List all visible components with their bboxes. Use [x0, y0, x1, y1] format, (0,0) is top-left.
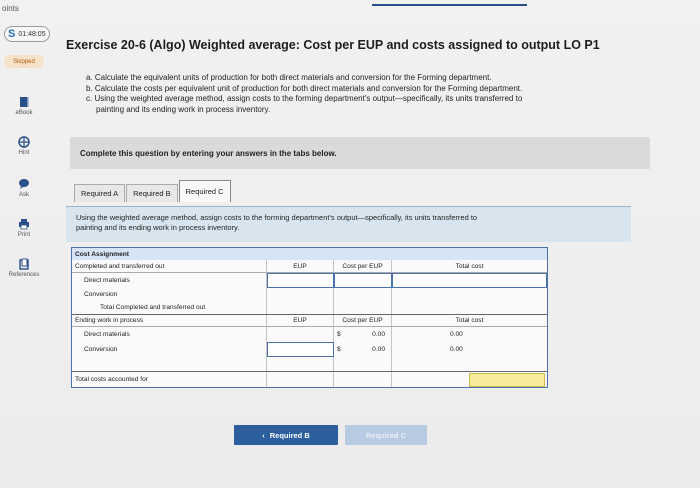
print-label: Print	[17, 232, 31, 238]
skipped-badge: Skipped	[4, 55, 44, 68]
direct-materials-label: Direct materials	[72, 273, 267, 288]
book-icon	[20, 97, 29, 107]
total-accounted-input[interactable]	[469, 372, 545, 387]
ending-dm-cost-value: 0.00	[372, 331, 385, 338]
prev-button-label: Required B	[269, 430, 310, 440]
instruction-text: Complete this question by entering your …	[80, 148, 337, 158]
completed-dm-cost-input[interactable]	[334, 273, 392, 288]
table-row: Direct materials $ 0.00 0.00	[72, 327, 547, 342]
printer-icon	[19, 219, 29, 230]
ending-wip-label: Ending work in process	[72, 315, 267, 326]
ebook-label: eBook	[15, 110, 33, 116]
tab-required-c[interactable]: Required C	[178, 180, 231, 202]
prev-button[interactable]: ‹ Required B	[234, 425, 338, 445]
completed-conv-cost-cell[interactable]	[334, 288, 392, 301]
col-total-cost: Total cost	[455, 262, 484, 270]
chevron-left-icon: ‹	[262, 430, 265, 440]
points-label: oints	[2, 4, 19, 13]
total-accounted-row: Total costs accounted for	[72, 371, 547, 387]
next-button[interactable]: Required C	[345, 425, 427, 445]
total-accounted-label: Total costs accounted for	[72, 372, 267, 387]
col-total-cost-2: Total cost	[455, 317, 484, 324]
instruction-banner: Complete this question by entering your …	[70, 137, 650, 169]
task-a: a. Calculate the equivalent units of pro…	[86, 73, 492, 82]
empty-cell	[334, 301, 392, 314]
references-icon	[19, 258, 29, 270]
col-eup: EUP	[267, 260, 334, 272]
dollar-sign: $	[337, 346, 341, 353]
ebook-button[interactable]: eBook	[6, 96, 42, 116]
completed-conv-total-cell[interactable]	[392, 288, 547, 301]
completed-header-row: Completed and transferred out EUP Cost p…	[72, 260, 547, 273]
references-label: References	[8, 272, 40, 278]
timer-value: 01:48:05	[18, 30, 46, 38]
hint-label: Hint	[18, 150, 30, 156]
task-c: c. Using the weighted average method, as…	[86, 94, 523, 103]
print-button[interactable]: Print	[6, 218, 42, 238]
empty-cell	[267, 372, 334, 387]
tab-bar: Required A Required B Required C	[74, 180, 232, 202]
empty-cell	[334, 357, 392, 371]
empty-cell	[267, 301, 334, 314]
col-cost-per-eup-2: Cost per EUP	[334, 315, 392, 326]
ending-conv-label: Conversion	[72, 342, 267, 357]
conversion-label: Conversion	[72, 288, 267, 301]
table-header-row: Cost Assignment	[72, 248, 547, 260]
next-button-label: Required C	[365, 430, 406, 440]
hint-button[interactable]: Hint	[6, 136, 42, 156]
left-rail: oints S 01:48:05 Skipped eBook Hint Ask	[0, 0, 52, 488]
stage: oints S 01:48:05 Skipped eBook Hint Ask	[0, 0, 700, 488]
table-row: Total Completed and transferred out	[72, 301, 547, 314]
total-completed-cell[interactable]	[392, 301, 547, 314]
ending-dm-total-value: 0.00	[450, 331, 463, 338]
empty-cell	[334, 372, 392, 387]
tab-required-a[interactable]: Required A	[74, 184, 126, 202]
ending-dm-eup-cell[interactable]	[267, 327, 334, 342]
hint-icon	[18, 136, 30, 148]
ending-conv-cost-value: 0.00	[372, 346, 385, 353]
task-b: b. Calculate the costs per equivalent un…	[86, 83, 523, 93]
table-row: Direct materials	[72, 273, 547, 288]
total-completed-label: Total Completed and transferred out	[72, 301, 267, 314]
task-list: a. Calculate the equivalent units of pro…	[86, 73, 666, 115]
dollar-sign: $	[337, 331, 341, 338]
total-accounted-cell	[392, 372, 547, 387]
table-row	[72, 357, 547, 371]
ending-dm-cost-cell: $ 0.00	[334, 327, 392, 342]
completed-dm-eup-input[interactable]	[267, 273, 334, 288]
ending-conv-total-cell: 0.00	[392, 342, 547, 357]
ending-dm-label: Direct materials	[72, 327, 267, 342]
table-header: Cost Assignment	[75, 250, 129, 258]
cost-assignment-table: Cost Assignment Completed and transferre…	[71, 247, 548, 388]
completed-label: Completed and transferred out	[72, 260, 267, 272]
ending-wip-header-row: Ending work in process EUP Cost per EUP …	[72, 314, 547, 327]
prompt-line-1: Using the weighted average method, assig…	[76, 213, 478, 222]
chat-bubble-icon	[19, 179, 29, 189]
ending-total-cell[interactable]	[392, 357, 547, 371]
table-row: Conversion $ 0.00 0.00	[72, 342, 547, 357]
page-title: Exercise 20-6 (Algo) Weighted average: C…	[66, 38, 600, 52]
ending-conv-eup-input[interactable]	[267, 342, 334, 357]
timer: S 01:48:05	[4, 26, 50, 42]
completed-conv-eup-cell[interactable]	[267, 288, 334, 301]
completed-dm-total-input[interactable]	[392, 273, 547, 288]
timer-icon: S	[8, 27, 16, 40]
ask-button[interactable]: Ask	[6, 178, 42, 198]
ending-conv-cost-cell: $ 0.00	[334, 342, 392, 357]
col-eup-2: EUP	[267, 315, 334, 326]
progress-line	[372, 4, 527, 6]
ending-dm-total-cell: 0.00	[392, 327, 547, 342]
ask-label: Ask	[18, 192, 29, 198]
ending-conv-total-value: 0.00	[450, 346, 463, 353]
empty-cell	[267, 357, 334, 371]
table-row: Conversion	[72, 288, 547, 301]
prompt-line-2: painting and its ending work in process …	[76, 222, 240, 232]
col-cost-per-eup: Cost per EUP	[334, 260, 392, 272]
question-prompt: Using the weighted average method, assig…	[66, 206, 631, 242]
tab-required-b[interactable]: Required B	[126, 184, 178, 202]
task-c-continued: painting and its ending work in process …	[96, 104, 271, 114]
empty-cell	[72, 357, 267, 371]
references-button[interactable]: References	[6, 258, 42, 278]
